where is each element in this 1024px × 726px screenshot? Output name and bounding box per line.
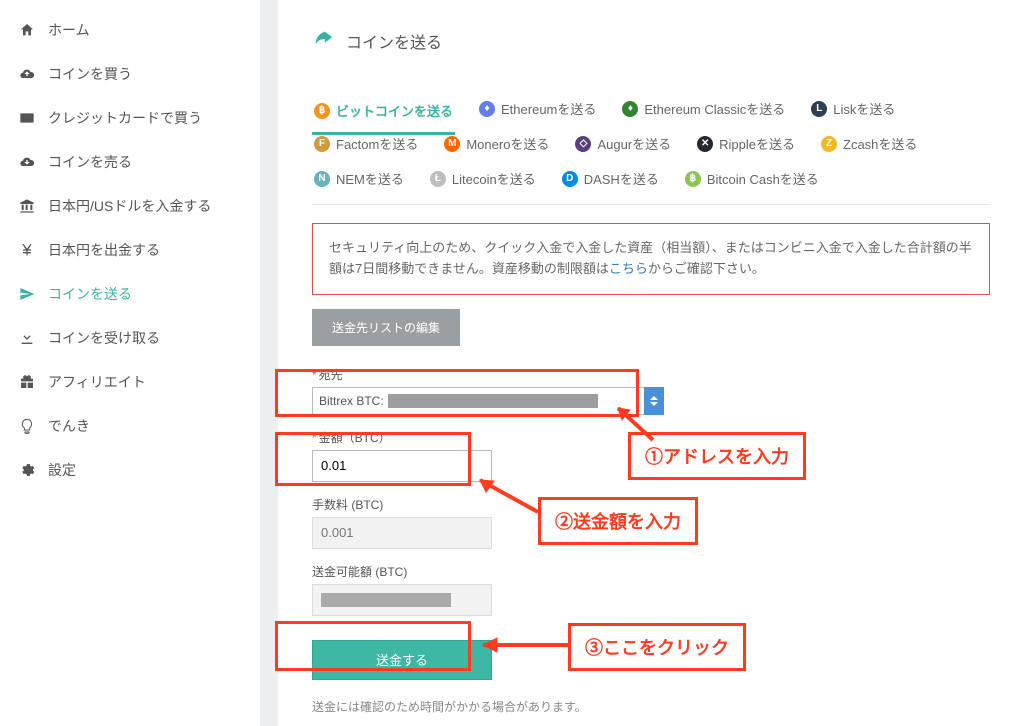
field-fee: 手数料 (BTC) 0.001	[312, 496, 990, 549]
tab-litecoin[interactable]: ŁLitecoinを送る	[428, 163, 538, 198]
tab-factom[interactable]: FFactomを送る	[312, 128, 420, 163]
available-masked	[321, 593, 451, 607]
gift-icon	[18, 373, 36, 391]
sidebar-label: 日本円/USドルを入金する	[48, 196, 211, 216]
fee-value: 0.001	[312, 517, 492, 549]
sidebar-item-home[interactable]: ホーム	[0, 8, 260, 52]
sidebar-item-denki[interactable]: でんき	[0, 404, 260, 448]
eth-icon: ♦	[479, 101, 495, 117]
page-title: コインを送る	[346, 29, 442, 53]
send-icon	[18, 285, 36, 303]
address-label: *宛先	[312, 366, 990, 383]
share-arrow-icon	[312, 28, 334, 53]
yen-icon	[18, 241, 36, 259]
zec-icon: Z	[821, 136, 837, 152]
field-address: *宛先 Bittrex BTC:	[312, 366, 990, 415]
rep-icon: ◇	[575, 136, 591, 152]
callout-submit: ③ここをクリック	[568, 623, 746, 671]
tab-zcash[interactable]: ZZcashを送る	[819, 128, 919, 163]
download-icon	[18, 329, 36, 347]
sidebar-label: でんき	[48, 416, 90, 436]
sidebar-label: 日本円を出金する	[48, 240, 160, 260]
fct-icon: F	[314, 136, 330, 152]
dash-icon: D	[562, 171, 578, 187]
tab-etc[interactable]: ♦Ethereum Classicを送る	[620, 93, 787, 128]
sidebar-item-deposit[interactable]: 日本円/USドルを入金する	[0, 184, 260, 228]
card-icon	[18, 109, 36, 127]
bulb-icon	[18, 417, 36, 435]
sidebar-item-sell[interactable]: コインを売る	[0, 140, 260, 184]
cloud-down-icon	[18, 153, 36, 171]
select-arrow-icon	[644, 387, 664, 415]
available-label: 送金可能額 (BTC)	[312, 563, 990, 580]
amount-input[interactable]	[312, 450, 492, 482]
notice-link[interactable]: こちら	[609, 261, 648, 276]
sidebar: ホーム コインを買う クレジットカードで買う コインを売る 日本円/USドルを入…	[0, 0, 260, 726]
tab-monero[interactable]: MMoneroを送る	[442, 128, 551, 163]
sidebar-item-buy[interactable]: コインを買う	[0, 52, 260, 96]
tab-dash[interactable]: DDASHを送る	[560, 163, 661, 198]
available-value	[312, 584, 492, 616]
tab-bch[interactable]: ฿Bitcoin Cashを送る	[683, 163, 821, 198]
main-panel: コインを送る ฿ビットコインを送る ♦Ethereumを送る ♦Ethereum…	[278, 0, 1024, 726]
sidebar-item-send[interactable]: コインを送る	[0, 272, 260, 316]
coin-tabs: ฿ビットコインを送る ♦Ethereumを送る ♦Ethereum Classi…	[312, 93, 990, 205]
fee-label: 手数料 (BTC)	[312, 496, 990, 513]
sidebar-item-receive[interactable]: コインを受け取る	[0, 316, 260, 360]
sidebar-label: クレジットカードで買う	[48, 108, 202, 128]
sidebar-item-settings[interactable]: 設定	[0, 448, 260, 492]
lsk-icon: L	[811, 101, 827, 117]
sidebar-label: コインを買う	[48, 64, 132, 84]
ltc-icon: Ł	[430, 171, 446, 187]
sidebar-item-affiliate[interactable]: アフィリエイト	[0, 360, 260, 404]
tab-ripple[interactable]: ✕Rippleを送る	[695, 128, 797, 163]
field-available: 送金可能額 (BTC)	[312, 563, 990, 616]
bank-icon	[18, 197, 36, 215]
bch-icon: ฿	[685, 171, 701, 187]
cloud-up-icon	[18, 65, 36, 83]
foot-note: 送金には確認のため時間がかかる場合があります。	[312, 698, 990, 715]
sidebar-label: ホーム	[48, 20, 90, 40]
tab-nem[interactable]: NNEMを送る	[312, 163, 406, 198]
page-header: コインを送る	[312, 28, 990, 53]
sidebar-item-withdraw[interactable]: 日本円を出金する	[0, 228, 260, 272]
address-masked	[388, 394, 598, 408]
xem-icon: N	[314, 171, 330, 187]
gear-icon	[18, 461, 36, 479]
sidebar-item-credit[interactable]: クレジットカードで買う	[0, 96, 260, 140]
xrp-icon: ✕	[697, 136, 713, 152]
home-icon	[18, 21, 36, 39]
tab-ethereum[interactable]: ♦Ethereumを送る	[477, 93, 598, 128]
sidebar-label: アフィリエイト	[48, 372, 146, 392]
sidebar-label: コインを送る	[48, 284, 132, 304]
xmr-icon: M	[444, 136, 460, 152]
tab-lisk[interactable]: LLiskを送る	[809, 93, 897, 128]
edit-address-list-button[interactable]: 送金先リストの編集	[312, 309, 460, 346]
sidebar-label: コインを売る	[48, 152, 132, 172]
field-amount: *金額（BTC）	[312, 429, 990, 482]
sidebar-label: コインを受け取る	[48, 328, 160, 348]
etc-icon: ♦	[622, 101, 638, 117]
sidebar-label: 設定	[48, 460, 76, 480]
address-select[interactable]: Bittrex BTC:	[312, 387, 664, 415]
btc-icon: ฿	[314, 103, 330, 119]
tab-augur[interactable]: ◇Augurを送る	[573, 128, 673, 163]
submit-send-button[interactable]: 送金する	[312, 640, 492, 680]
amount-label: *金額（BTC）	[312, 429, 990, 446]
security-notice: セキュリティ向上のため、クイック入金で入金した資産（相当額）、またはコンビニ入金…	[312, 223, 990, 295]
